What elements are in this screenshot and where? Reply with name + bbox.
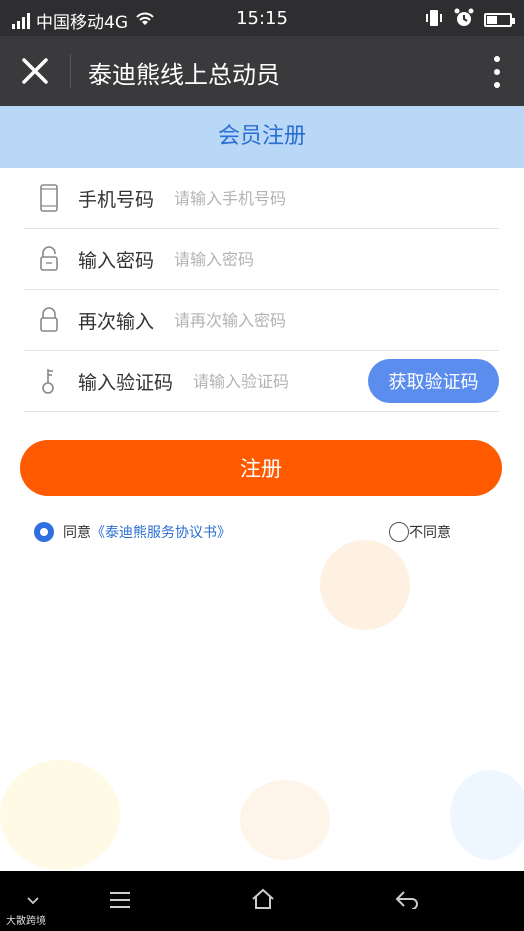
- confirm-password-row: 再次输入: [24, 290, 499, 351]
- title-divider: [70, 54, 71, 88]
- agreement-link[interactable]: 《泰迪熊服务协议书》: [91, 522, 231, 542]
- vibrate-icon: [424, 9, 444, 31]
- status-bar: 中国移动4G 15:15: [0, 0, 524, 36]
- registration-form: 手机号码 输入密码 再次输入 输入验证码 获取验证码: [24, 168, 499, 412]
- close-icon[interactable]: [20, 56, 50, 86]
- password-row: 输入密码: [24, 229, 499, 290]
- more-menu-icon[interactable]: [492, 56, 502, 88]
- key-icon: [34, 364, 64, 398]
- app-title-bar: 泰迪熊线上总动员: [0, 36, 524, 106]
- lock-icon: [34, 303, 64, 337]
- agree-radio[interactable]: [34, 522, 54, 542]
- register-button[interactable]: 注册: [20, 440, 502, 496]
- disagree-option[interactable]: 不同意: [389, 522, 451, 542]
- watermark: 大散跨境: [6, 916, 46, 927]
- background-decoration: [320, 540, 410, 630]
- verification-input[interactable]: [193, 371, 344, 391]
- get-code-button[interactable]: 获取验证码: [368, 359, 499, 403]
- phone-icon: [34, 181, 64, 215]
- chevron-down-icon[interactable]: [26, 891, 40, 910]
- phone-row: 手机号码: [24, 168, 499, 229]
- battery-icon: [484, 13, 515, 27]
- confirm-password-input[interactable]: [174, 310, 355, 330]
- home-icon[interactable]: [250, 887, 276, 915]
- agree-label: 同意: [63, 525, 91, 541]
- page-title: 泰迪熊线上总动员: [88, 61, 280, 89]
- background-decoration: [450, 770, 524, 860]
- lock-icon: [34, 242, 64, 276]
- status-right: [424, 8, 515, 32]
- agree-option[interactable]: 同意 《泰迪熊服务协议书》: [34, 522, 231, 542]
- back-icon[interactable]: [394, 889, 420, 913]
- alarm-icon: [454, 8, 474, 32]
- verification-row: 输入验证码 获取验证码: [24, 351, 499, 412]
- phone-input[interactable]: [174, 188, 355, 208]
- system-nav-bar: 大散跨境: [0, 871, 524, 931]
- background-decoration: [0, 760, 120, 870]
- password-label: 输入密码: [78, 249, 155, 272]
- password-input[interactable]: [174, 249, 355, 269]
- phone-label: 手机号码: [78, 188, 155, 211]
- background-decoration: [240, 780, 330, 860]
- confirm-password-label: 再次输入: [78, 310, 155, 333]
- disagree-label: 不同意: [409, 525, 451, 541]
- menu-icon[interactable]: [108, 891, 132, 913]
- section-title: 会员注册: [0, 106, 524, 168]
- verification-label: 输入验证码: [78, 371, 174, 394]
- disagree-radio[interactable]: [389, 522, 409, 542]
